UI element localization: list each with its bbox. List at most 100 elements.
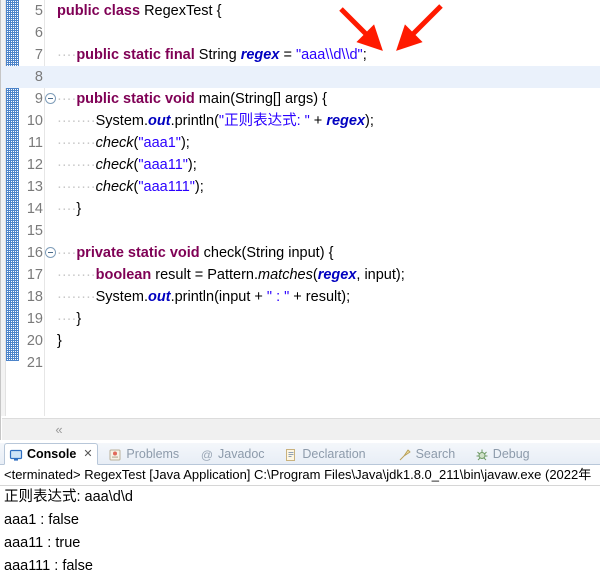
search-icon [398,447,412,461]
code-text: ····private static void check(String inp… [57,242,333,264]
console-output-line: 正则表达式: aaa\d\d [4,489,133,505]
line-number: 8 [34,69,43,85]
token-pl: ); [194,179,204,195]
problems-icon [108,447,122,461]
code-text: } [57,330,62,352]
fold-collapse-icon[interactable] [45,247,56,258]
code-line[interactable]: 12 ········check("aaa11"); [1,154,600,176]
line-number: 11 [27,135,43,151]
indent-guide: ···· [57,91,77,107]
token-kw: public [57,3,104,19]
code-line[interactable]: 15 [1,220,600,242]
line-number: 12 [26,157,43,173]
token-mth: check [95,157,134,173]
token-pl: , input); [356,267,405,283]
token-kw: boolean [95,267,156,283]
token-pl: } [57,333,62,349]
token-pl: ; [362,47,367,63]
console-output-line: aaa11 : true [4,535,81,551]
tab-label: Console [27,447,77,461]
token-kw: public static void [76,91,199,107]
code-line[interactable]: 5 public class RegexTest { [1,0,600,22]
code-text: public class RegexTest { [57,0,221,22]
token-pl: .println( [170,113,219,129]
editor-horizontal-scrollbar[interactable]: « [2,418,600,440]
indent-guide: ···· [57,245,77,261]
console-output-line: aaa1 : false [4,512,79,528]
token-mth: matches [258,267,313,283]
console-output-area[interactable]: <terminated> RegexTest [Java Application… [0,465,600,583]
line-number: 6 [34,25,43,41]
token-fld: regex [326,113,366,129]
java-source-editor[interactable]: 5 public class RegexTest {6 7 ····public st… [0,0,600,440]
line-number: 20 [26,333,43,349]
code-line[interactable]: 6 [1,22,600,44]
line-number: 19 [26,311,43,327]
editor-viewport[interactable]: 5 public class RegexTest {6 7 ····public st… [1,0,600,416]
console-tab-search[interactable]: Search [394,443,460,465]
indent-guide: ········ [57,135,96,151]
code-text: ········System.out.println(input + " : "… [57,286,350,308]
token-str: "aaa1" [138,135,181,151]
indent-guide: ···· [57,311,77,327]
token-fld: out [148,113,171,129]
token-kw: public static final [76,47,199,63]
line-number: 21 [26,355,43,371]
scroll-left-icon[interactable]: « [51,422,67,438]
line-number: 9 [34,91,43,107]
token-pl: main(String[] args) { [198,91,327,107]
token-kw: private static void [76,245,204,261]
token-pl: System. [95,113,149,129]
code-line[interactable]: 20} [1,330,600,352]
javadoc-icon: @ [200,447,214,462]
tab-label: Debug [492,447,530,461]
code-line[interactable]: 14 ····} [1,198,600,220]
code-line[interactable]: 21 [1,352,600,374]
svg-text:@: @ [201,448,213,462]
fold-collapse-icon[interactable] [45,93,56,104]
tab-label: Declaration [302,447,366,461]
console-icon [9,447,23,461]
code-line[interactable]: 19 ····} [1,308,600,330]
code-text: ····public static void main(String[] arg… [57,88,327,110]
line-number: 7 [34,47,43,63]
console-tab-problems[interactable]: Problems [104,443,183,465]
console-process-header: <terminated> RegexTest [Java Application… [0,465,600,486]
code-line[interactable]: 8 [1,66,600,88]
code-line[interactable]: 16 ····private static void check(String i… [1,242,600,264]
token-fld: out [148,289,171,305]
code-text: ········check("aaa1"); [57,132,190,154]
line-number: 16 [26,245,43,261]
indent-guide: ········ [57,289,96,305]
code-lines[interactable]: 5 public class RegexTest {6 7 ····public st… [1,0,600,374]
token-mth: check [95,135,134,151]
eclipse-ide-window: 5 public class RegexTest {6 7 ····public st… [0,0,600,583]
code-text: ····} [57,308,81,330]
line-number: 18 [26,289,43,305]
token-pl: String [198,47,241,63]
close-icon[interactable]: ✕ [83,443,92,465]
console-tab-declaration[interactable]: Declaration [280,443,369,465]
token-pl: } [76,311,82,327]
code-line[interactable]: 17 ········boolean result = Pattern.match… [1,264,600,286]
code-line[interactable]: 11 ········check("aaa1"); [1,132,600,154]
debug-icon [475,447,489,461]
console-tab-console[interactable]: Console ✕ [4,443,98,465]
code-line[interactable]: 13 ········check("aaa111"); [1,176,600,198]
code-text: ········check("aaa11"); [57,154,197,176]
token-kw: class [103,3,145,19]
indent-guide: ···· [57,201,77,217]
token-pl: .println(input + [170,289,267,305]
console-tab-bar[interactable]: Console ✕ Problems @ Javadoc Declaration Searc… [0,443,600,465]
token-str: "正则表达式: " [218,113,310,129]
code-line[interactable]: 10 ········System.out.println("正则表达式: " +… [1,110,600,132]
line-number: 15 [26,223,43,239]
tab-label: Problems [126,447,180,461]
code-line[interactable]: 18 ········System.out.println(input + " :… [1,286,600,308]
indent-guide: ···· [57,47,77,63]
code-line[interactable]: 9 ····public static void main(String[] ar… [1,88,600,110]
console-tab-debug[interactable]: Debug [471,443,534,465]
token-fld: regex [317,267,357,283]
code-line[interactable]: 7 ····public static final String regex = … [1,44,600,66]
console-tab-javadoc[interactable]: @ Javadoc [196,443,269,465]
